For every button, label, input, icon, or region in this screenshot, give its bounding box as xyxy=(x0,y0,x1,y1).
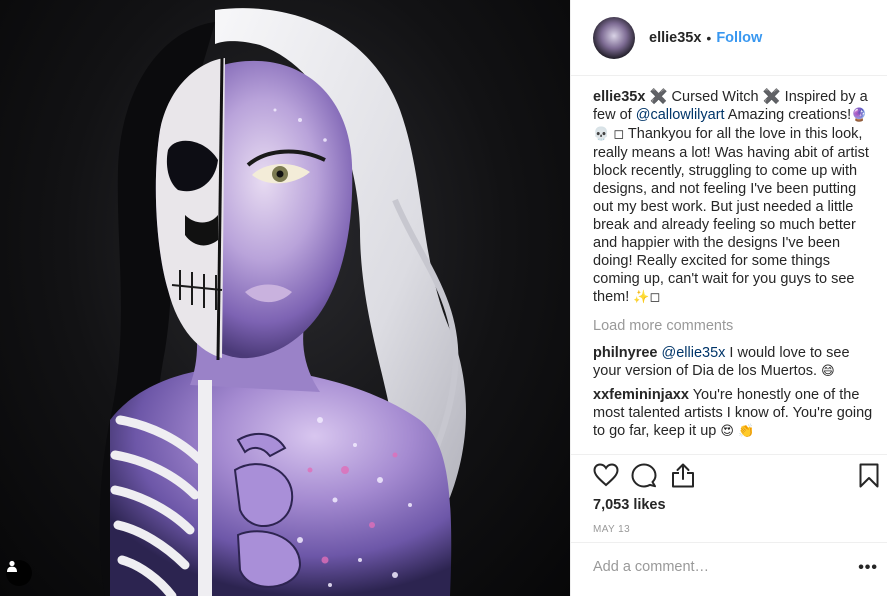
comment-emoji: 😍 👏 xyxy=(720,424,755,439)
caption-text-3: Thankyou for all the love in this look, … xyxy=(593,126,869,305)
comment-emoji: 😄 xyxy=(821,364,835,379)
more-options-button[interactable]: ••• xyxy=(858,559,878,577)
follow-button[interactable]: Follow xyxy=(716,30,762,46)
post-actions: 7,053 likes MAY 13 xyxy=(571,454,887,552)
add-comment-input[interactable] xyxy=(593,559,833,575)
caption: ellie35x ✖️ Cursed Witch ✖️ Inspired by … xyxy=(593,88,875,307)
comment-item: xxfemininjaxx You're honestly one of the… xyxy=(593,386,875,441)
heart-icon[interactable] xyxy=(593,463,619,492)
share-icon[interactable] xyxy=(671,463,695,493)
post-header: ellie35x • Follow xyxy=(571,0,887,76)
bookmark-icon[interactable] xyxy=(859,463,879,493)
caption-username[interactable]: ellie35x xyxy=(593,89,645,105)
header-separator-dot: • xyxy=(706,29,712,46)
makeup-portrait-illustration xyxy=(99,8,467,596)
comment-username[interactable]: philnyree xyxy=(593,345,657,361)
post-viewer: ellie35x • Follow ellie35x ✖️ Cursed Wit… xyxy=(0,0,887,596)
header-username[interactable]: ellie35x xyxy=(649,30,701,46)
comment-username[interactable]: xxfemininjaxx xyxy=(593,387,689,403)
load-more-comments-button[interactable]: Load more comments xyxy=(593,317,875,335)
comment-mention[interactable]: @ellie35x xyxy=(662,345,726,361)
comment-item: philnyree @ellie35x I would love to see … xyxy=(593,344,875,381)
post-side-panel: ellie35x • Follow ellie35x ✖️ Cursed Wit… xyxy=(570,0,887,596)
comment-icon[interactable] xyxy=(631,463,657,493)
caption-text-2: Amazing creations! xyxy=(724,107,852,123)
avatar[interactable] xyxy=(593,16,635,59)
person-tag-icon[interactable] xyxy=(6,560,32,586)
caption-mention[interactable]: @callowlilyart xyxy=(636,107,725,123)
add-comment-bar: ••• xyxy=(571,542,887,596)
post-photo[interactable] xyxy=(0,0,570,596)
post-date: MAY 13 xyxy=(593,524,631,535)
likes-count[interactable]: 7,053 likes xyxy=(593,497,666,513)
comments-section: ellie35x ✖️ Cursed Witch ✖️ Inspired by … xyxy=(593,88,875,446)
caption-emojis-2: ✨◻ xyxy=(633,290,661,305)
